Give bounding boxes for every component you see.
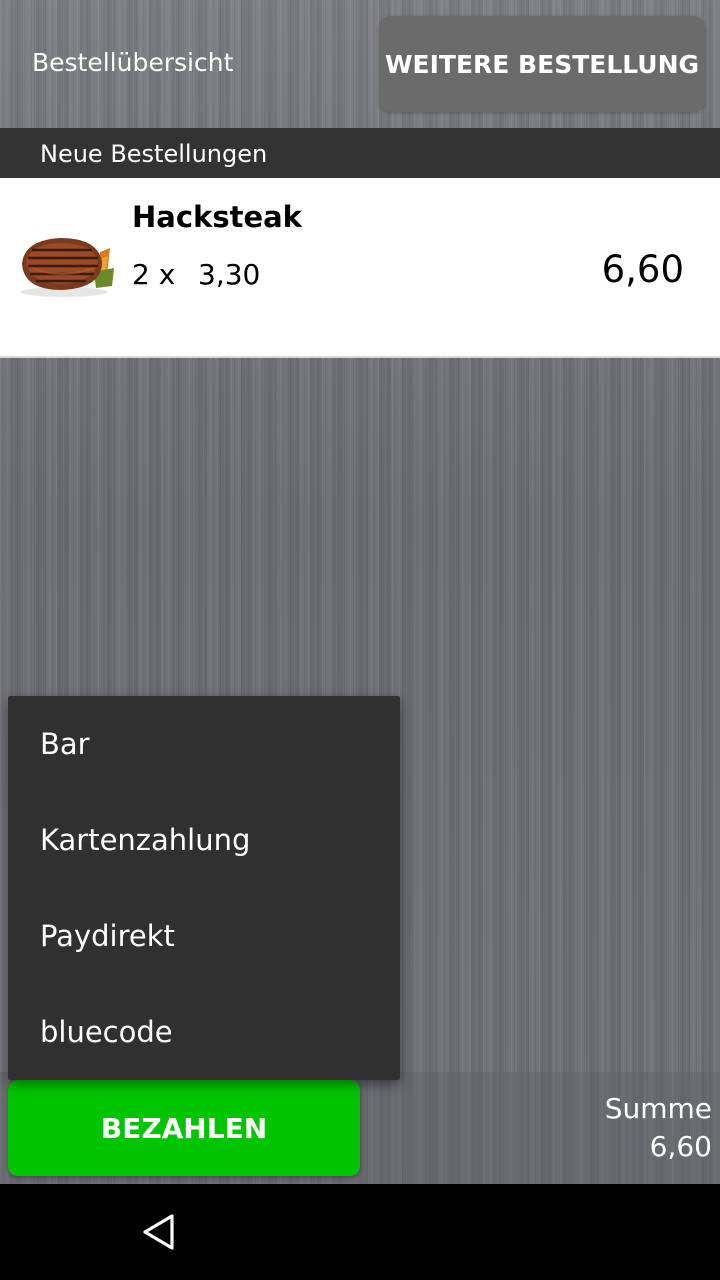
more-order-button[interactable]: WEITERE BESTELLUNG — [379, 16, 705, 112]
item-quantity: 2 x — [132, 258, 176, 291]
page-title: Bestellübersicht — [32, 48, 234, 77]
section-header: Neue Bestellungen — [0, 128, 720, 178]
pay-button[interactable]: BEZAHLEN — [8, 1080, 360, 1176]
sum-value: 6,60 — [649, 1130, 712, 1163]
hacksteak-image — [14, 228, 118, 300]
back-triangle-icon[interactable] — [140, 1212, 180, 1252]
item-name: Hacksteak — [132, 200, 302, 234]
order-item[interactable]: Hacksteak 2 x 3,30 6,60 — [0, 178, 720, 358]
sum-label: Summe — [604, 1092, 712, 1125]
menu-item-kartenzahlung[interactable]: Kartenzahlung — [8, 792, 400, 888]
item-unit-price: 3,30 — [198, 258, 261, 291]
section-label: Neue Bestellungen — [40, 140, 268, 168]
item-total: 6,60 — [601, 248, 684, 291]
system-navigation-bar — [0, 1184, 720, 1280]
header: Bestellübersicht WEITERE BESTELLUNG — [0, 0, 720, 128]
menu-item-paydirekt[interactable]: Paydirekt — [8, 888, 400, 984]
menu-item-bluecode[interactable]: bluecode — [8, 984, 400, 1080]
payment-method-menu: Bar Kartenzahlung Paydirekt bluecode — [8, 696, 400, 1080]
menu-item-bar[interactable]: Bar — [8, 696, 400, 792]
